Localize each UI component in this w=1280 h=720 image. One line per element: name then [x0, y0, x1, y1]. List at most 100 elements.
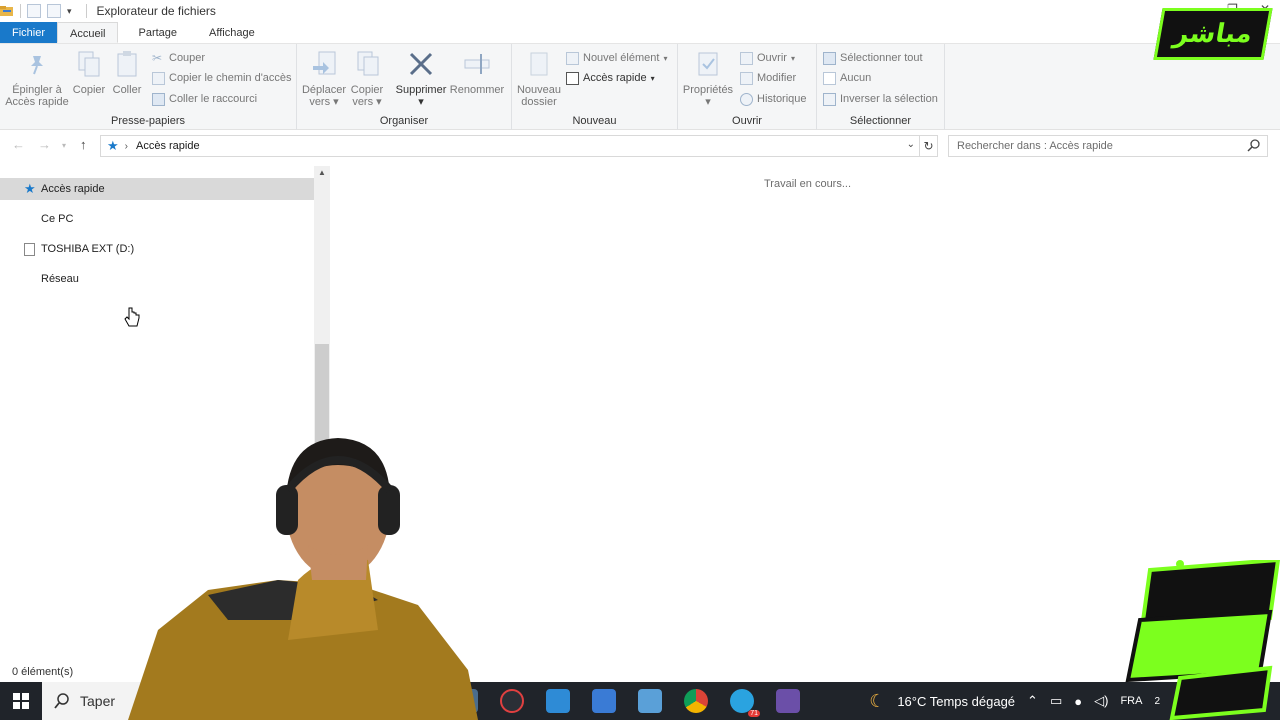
live-badge-text: مباشر	[1171, 19, 1255, 49]
new-item-button[interactable]: Nouvel élément ▾	[566, 49, 667, 67]
windows-start-icon[interactable]	[0, 682, 42, 720]
breadcrumb-current[interactable]: Accès rapide	[136, 140, 200, 152]
select-none-icon	[823, 71, 836, 85]
address-field[interactable]: ★ › Accès rapide ⌄	[100, 135, 920, 157]
properties-label: Propriétés	[682, 84, 734, 96]
history-button[interactable]: Historique	[740, 90, 807, 108]
toolbar-separator	[20, 4, 21, 18]
scroll-up-icon[interactable]: ▲	[314, 166, 330, 180]
delete-dropdown-icon[interactable]: ▾	[393, 96, 449, 108]
scissors-icon: ✂	[152, 50, 163, 65]
delete-x-icon	[407, 50, 435, 78]
history-label: Historique	[757, 93, 807, 105]
new-folder-label-2: dossier	[521, 96, 557, 108]
tab-view[interactable]: Affichage	[197, 22, 267, 43]
paste-icon	[113, 50, 141, 78]
loading-message: Travail en cours...	[764, 178, 852, 190]
paste-label: Coller	[112, 84, 142, 96]
new-folder-quick-icon[interactable]	[47, 4, 61, 18]
chrome-icon[interactable]	[684, 689, 708, 713]
easy-access-dropdown-icon: ▾	[650, 73, 655, 83]
nav-item-toshiba-drive[interactable]: TOSHIBA EXT (D:)	[0, 238, 314, 260]
back-arrow-icon[interactable]: ←	[12, 137, 25, 152]
select-all-button[interactable]: Sélectionner tout	[823, 49, 923, 67]
screen-app-icon[interactable]	[546, 689, 570, 713]
move-to-button[interactable]: Déplacer vers ▾	[301, 50, 347, 108]
network-icon[interactable]: ▭	[1050, 693, 1062, 709]
paste-shortcut-icon	[152, 92, 165, 106]
tab-share[interactable]: Partage	[126, 22, 189, 43]
copy-path-button[interactable]: Copier le chemin d'accès	[152, 69, 292, 87]
copy-to-button[interactable]: Copier vers ▾	[347, 50, 387, 108]
hand-cursor-icon	[124, 307, 140, 327]
nav-item-this-pc[interactable]: Ce PC	[0, 208, 314, 230]
copy-button[interactable]: Copier	[72, 50, 106, 96]
nav-item-quick-access[interactable]: ★ Accès rapide	[0, 178, 314, 200]
copy-to-label-2: vers ▾	[352, 96, 382, 108]
microphone-icon[interactable]: ●	[1074, 694, 1082, 709]
rename-button[interactable]: Renommer	[449, 50, 505, 96]
rename-label: Renommer	[449, 84, 505, 96]
properties-dropdown-icon[interactable]: ▾	[682, 96, 734, 108]
new-item-label: Nouvel élément	[583, 52, 660, 64]
select-all-icon	[823, 51, 836, 65]
up-arrow-icon[interactable]: ↑	[80, 137, 87, 152]
speaker-icon[interactable]: ◁)	[1094, 693, 1108, 709]
forward-arrow-icon[interactable]: →	[38, 137, 51, 152]
telegram-badge: 71	[748, 710, 760, 717]
delete-label: Supprimer	[395, 84, 447, 96]
properties-button[interactable]: Propriétés ▾	[682, 50, 734, 108]
edit-icon	[740, 71, 753, 85]
easy-access-icon	[566, 71, 579, 85]
cut-label: Couper	[169, 52, 206, 64]
move-label-1: Déplacer	[301, 84, 347, 96]
easy-access-button[interactable]: Accès rapide ▾	[566, 69, 655, 87]
tab-home[interactable]: Accueil	[57, 22, 119, 43]
properties-quick-icon[interactable]	[27, 4, 41, 18]
edit-button[interactable]: Modifier	[740, 69, 796, 87]
new-group-label: Nouveau	[572, 115, 617, 127]
pin-to-quick-access-button[interactable]: Épingler à Accès rapide	[4, 50, 70, 108]
invert-selection-icon	[823, 92, 836, 106]
select-none-button[interactable]: Aucun	[823, 69, 871, 87]
recent-locations-icon[interactable]: ▾	[62, 141, 66, 150]
item-count: 0 élément(s)	[12, 666, 74, 678]
weather-text[interactable]: 16°C Temps dégagé	[897, 694, 1015, 709]
nav-label: Ce PC	[41, 213, 74, 225]
satellite-app-icon[interactable]	[776, 689, 800, 713]
cut-button[interactable]: ✂ Couper	[152, 49, 205, 67]
clipboard-group: Épingler à Accès rapide Copier Coller ✂ …	[0, 44, 297, 130]
ribbon-tabs: Fichier Accueil Partage Affichage	[0, 22, 1280, 44]
speedometer-app-icon[interactable]	[500, 689, 524, 713]
edit-label: Modifier	[757, 72, 797, 84]
telegram-icon[interactable]: 71	[730, 689, 760, 717]
customize-quick-access-icon[interactable]: ▾	[67, 6, 72, 17]
search-icon	[1247, 139, 1260, 152]
drive-icon	[24, 242, 35, 256]
organize-group: Déplacer vers ▾ Copier vers ▾ Supprimer …	[297, 44, 512, 130]
invert-selection-button[interactable]: Inverser la sélection	[823, 90, 938, 108]
tab-file[interactable]: Fichier	[0, 22, 58, 43]
copy-icon	[75, 50, 103, 78]
toolbar-separator	[85, 4, 87, 18]
open-button[interactable]: Ouvrir ▾	[740, 49, 795, 67]
nav-item-network[interactable]: Réseau	[0, 268, 314, 290]
store-app-icon[interactable]	[638, 689, 662, 713]
new-folder-button[interactable]: Nouveau dossier	[516, 50, 562, 108]
paste-button[interactable]: Coller	[110, 50, 144, 96]
chevron-up-icon[interactable]: ⌃	[1027, 693, 1038, 709]
taskbar-search-text: Taper	[80, 693, 116, 709]
ribbon: Épingler à Accès rapide Copier Coller ✂ …	[0, 44, 1280, 130]
address-dropdown-icon[interactable]: ⌄	[907, 139, 915, 150]
delete-button[interactable]: Supprimer ▾	[393, 50, 449, 108]
open-dropdown-icon: ▾	[790, 53, 795, 63]
new-folder-label-1: Nouveau	[516, 84, 562, 96]
title-bar: ▾ Explorateur de fichiers — ❐ ✕	[0, 0, 1280, 22]
paste-shortcut-button[interactable]: Coller le raccourci	[152, 90, 257, 108]
refresh-icon[interactable]: ↻	[920, 135, 938, 157]
new-group: Nouveau dossier Nouvel élément ▾ Accès r…	[512, 44, 678, 130]
search-input[interactable]: Rechercher dans : Accès rapide	[948, 135, 1268, 157]
breadcrumb-chevron-icon[interactable]: ›	[125, 141, 128, 152]
calculator-app-icon[interactable]	[592, 689, 616, 713]
open-group: Propriétés ▾ Ouvrir ▾ Modifier Historiqu…	[678, 44, 817, 130]
